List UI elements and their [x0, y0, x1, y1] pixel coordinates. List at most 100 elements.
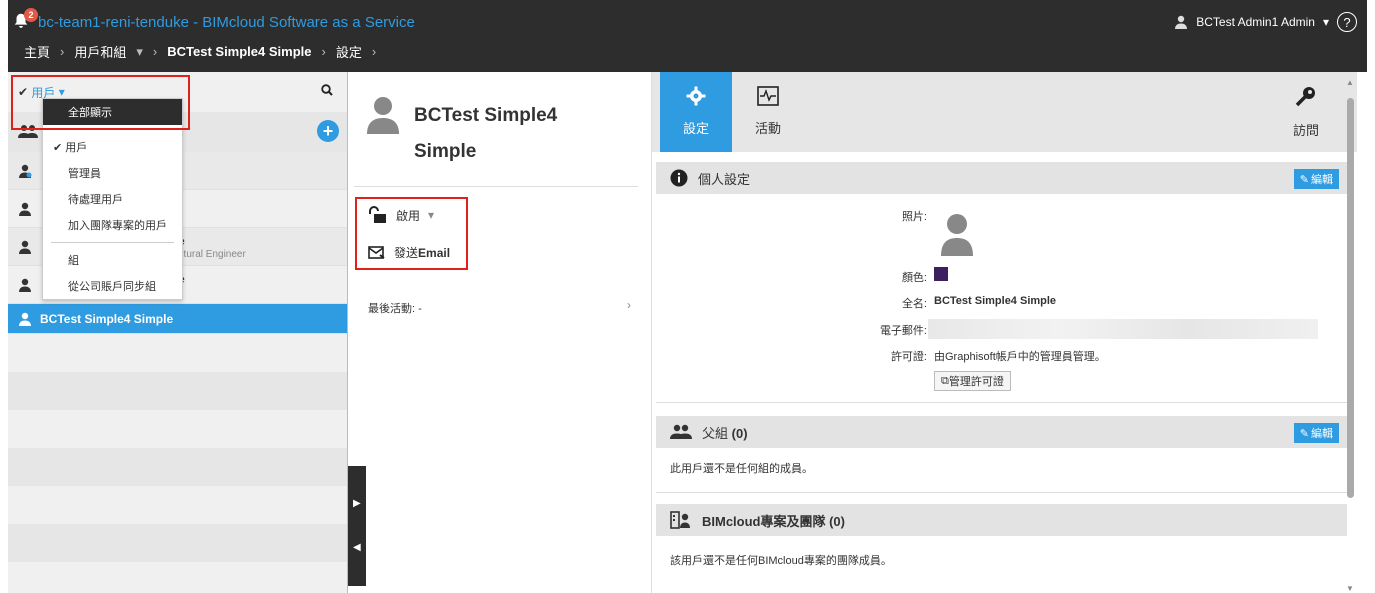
menu-item-pending[interactable]: 待處理用戶 [43, 186, 182, 212]
add-user-button[interactable]: + [317, 120, 339, 142]
divider [656, 492, 1347, 493]
license-label: 許可證: [890, 351, 927, 363]
edit-groups-button[interactable]: ✎ 編輯 [1293, 423, 1339, 443]
button-label: 管理許可證 [948, 376, 1004, 388]
notification-badge: 2 [24, 8, 38, 22]
activity-icon [757, 86, 779, 106]
breadcrumb-home[interactable]: 主頁 [24, 42, 50, 61]
empty-row [8, 562, 347, 593]
tab-label: 訪問 [1292, 123, 1319, 138]
help-icon[interactable]: ? [1337, 12, 1357, 32]
caret-down-icon[interactable]: ▾ [136, 44, 143, 60]
empty-row [8, 524, 347, 562]
chevron-right-icon: › [60, 44, 65, 59]
scroll-down-icon[interactable]: ▼ [1346, 584, 1354, 593]
parent-groups-header: 父組 (0) ✎ 編輯 [656, 416, 1347, 448]
top-bar: 2 bc-team1-reni-tenduke - BIMcloud Softw… [8, 0, 1367, 72]
tab-label: 活動 [754, 121, 781, 136]
tab-access[interactable]: 訪問 [1270, 72, 1342, 152]
empty-row [8, 486, 347, 524]
user-detail-panel: BCTest Simple4 Simple 啟用 ▾ 發送Email 最後活動:… [348, 72, 652, 593]
projects-header: BIMcloud專案及團隊 (0) [656, 504, 1347, 536]
projects-empty-text: 該用戶還不是任何BIMcloud專案的團隊成員。 [670, 555, 892, 567]
divider [354, 186, 638, 187]
user-avatar-icon [1175, 15, 1188, 29]
section-title: 個人設定 [698, 171, 751, 187]
scrollbar-thumb[interactable] [1347, 98, 1354, 498]
menu-item-groups[interactable]: 組 [43, 247, 182, 273]
collapse-left-icon[interactable]: ◀ [353, 542, 361, 553]
user-icon [19, 240, 31, 254]
user-avatar-icon [367, 97, 399, 134]
button-label: 編輯 [1311, 174, 1333, 186]
license-value: 由Graphisoft帳戶中的管理員管理。 [934, 351, 1106, 363]
breadcrumb-current-user[interactable]: BCTest Simple4 Simple [167, 44, 311, 59]
fullname-value: BCTest Simple4 Simple [934, 295, 1057, 307]
color-swatch [934, 267, 948, 281]
search-icon[interactable] [321, 84, 333, 99]
divider [656, 402, 1347, 403]
app-title[interactable]: bc-team1-reni-tenduke - BIMcloud Softwar… [38, 14, 415, 31]
expand-right-icon[interactable]: ▶ [353, 498, 361, 509]
scrollbar[interactable]: ▲ ▼ [1345, 78, 1357, 593]
user-photo-placeholder-icon [941, 214, 973, 256]
gear-icon [686, 86, 706, 106]
selected-user-name: BCTest Simple4 Simple [40, 311, 174, 326]
list-item-selected[interactable]: BCTest Simple4 Simple [8, 304, 347, 334]
section-count: (0) [731, 425, 748, 441]
highlight-box [355, 197, 468, 270]
group-icon [670, 424, 692, 439]
personal-settings-header: 個人設定 ✎ 編輯 [656, 162, 1347, 194]
key-icon [1295, 87, 1315, 107]
email-value-redacted [928, 319, 1318, 339]
user-icon [19, 312, 31, 326]
groups-empty-text: 此用戶還不是任何組的成員。 [670, 463, 813, 475]
color-label: 顏色: [901, 272, 927, 284]
admin-user-icon [19, 164, 32, 178]
empty-row [8, 410, 347, 448]
check-icon: ✔ [53, 141, 66, 154]
user-display-name: BCTest Simple4 Simple [414, 105, 558, 162]
section-title: BIMcloud專案及團隊 (0) [702, 513, 845, 529]
manage-license-button[interactable]: ⧉ 管理許可證 [934, 371, 1011, 391]
menu-item-label: 用戶 [65, 142, 88, 154]
chevron-right-icon: › [371, 44, 377, 59]
breadcrumb: 主頁 › 用戶和組 ▾ › BCTest Simple4 Simple › 設定… [24, 42, 376, 61]
info-icon [670, 169, 688, 187]
tab-activity[interactable]: 活動 [732, 72, 804, 152]
user-icon [19, 278, 31, 292]
user-icon [19, 202, 31, 216]
caret-down-icon: ▾ [1322, 15, 1329, 29]
pencil-icon: ✎ [1299, 427, 1309, 440]
panel-collapse-tab[interactable]: ▶ ◀ [348, 466, 366, 586]
chevron-right-icon: › [152, 44, 158, 59]
pencil-icon: ✎ [1299, 173, 1309, 186]
empty-row [8, 334, 347, 372]
tab-bar: 設定 活動 訪問 [652, 72, 1357, 152]
edit-personal-button[interactable]: ✎ 編輯 [1293, 169, 1339, 189]
tab-settings[interactable]: 設定 [660, 72, 732, 152]
scroll-up-icon[interactable]: ▲ [1346, 78, 1354, 87]
empty-row [8, 448, 347, 486]
last-activity: 最後活動: - [368, 303, 422, 315]
email-label: 電子郵件: [879, 325, 927, 337]
empty-row [8, 372, 347, 410]
notification-bell-icon[interactable]: 2 [12, 8, 38, 32]
settings-panel: 設定 活動 訪問 個人設定 ✎ 編輯 照片: 顏色: 全名: BCTest Si… [652, 72, 1357, 593]
external-link-icon: ⧉ [941, 374, 949, 387]
fullname-label: 全名: [901, 298, 927, 310]
breadcrumb-users-groups[interactable]: 用戶和組 [74, 42, 126, 61]
chevron-right-icon: › [321, 44, 326, 59]
menu-item-admins[interactable]: 管理員 [43, 160, 182, 186]
chevron-right-icon[interactable]: › [627, 298, 631, 312]
tab-label: 設定 [682, 121, 709, 136]
list-item-subtitle: uctural Engineer [173, 249, 246, 260]
menu-item-users[interactable]: ✔ 用戶 [43, 134, 182, 160]
button-label: 編輯 [1311, 428, 1333, 440]
breadcrumb-settings[interactable]: 設定 [336, 42, 362, 61]
menu-item-team-project-users[interactable]: 加入團隊專案的用戶 [43, 212, 182, 238]
photo-label: 照片: [901, 211, 927, 223]
menu-item-sync-groups[interactable]: 從公司賬戶同步組 [43, 273, 182, 299]
user-menu[interactable]: BCTest Admin1 Admin ▾ ? [1174, 12, 1357, 32]
project-team-icon [670, 511, 690, 529]
